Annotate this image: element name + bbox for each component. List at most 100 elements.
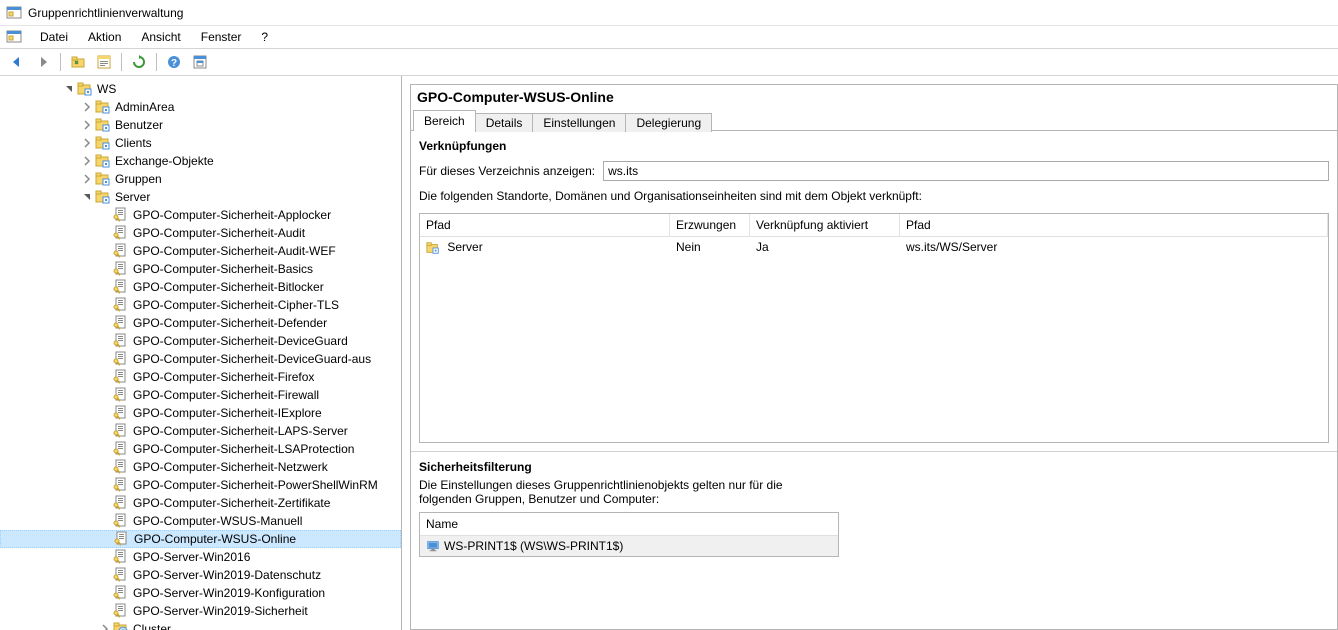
col-erzwungen[interactable]: Erzwungen — [670, 214, 750, 236]
tab-bereich[interactable]: Bereich — [413, 110, 476, 131]
tree-node-gpo[interactable]: GPO-Computer-WSUS-Online — [0, 530, 401, 548]
tree-node-gpo[interactable]: GPO-Computer-Sicherheit-Applocker — [0, 206, 401, 224]
property-button[interactable] — [92, 50, 116, 74]
row-pfad: Server — [447, 240, 482, 254]
tree-node-gpo[interactable]: GPO-Computer-Sicherheit-LSAProtection — [0, 440, 401, 458]
directory-dropdown[interactable]: ws.its — [603, 161, 1329, 181]
secfilter-desc: Die Einstellungen dieses Gruppenrichtlin… — [419, 478, 809, 506]
menu-help[interactable]: ? — [251, 28, 278, 46]
back-button[interactable] — [5, 50, 29, 74]
tree-node-gpo[interactable]: GPO-Computer-Sicherheit-Firewall — [0, 386, 401, 404]
col-pfad2[interactable]: Pfad — [900, 214, 1328, 236]
expander-icon[interactable] — [80, 172, 94, 186]
menu-window[interactable]: Fenster — [191, 28, 252, 46]
tree-node-ou[interactable]: Gruppen — [0, 170, 401, 188]
node-label: Clients — [115, 136, 156, 150]
expander-icon[interactable] — [80, 100, 94, 114]
node-label: GPO-Server-Win2016 — [133, 550, 254, 564]
help-button[interactable]: ? — [162, 50, 186, 74]
node-label: WS — [97, 82, 120, 96]
node-icon — [95, 117, 111, 133]
tree-node-gpo[interactable]: GPO-Computer-Sicherheit-PowerShellWinRM — [0, 476, 401, 494]
tree-node-cluster[interactable]: Cluster — [0, 620, 401, 630]
node-label: GPO-Server-Win2019-Sicherheit — [133, 604, 312, 618]
tree-node-gpo[interactable]: GPO-Computer-Sicherheit-Firefox — [0, 368, 401, 386]
expander-icon[interactable] — [80, 118, 94, 132]
tree-pane[interactable]: WS AdminAreaBenutzer Clients Exchange-Objek… — [0, 76, 402, 630]
tree-node-gpo[interactable]: GPO-Computer-Sicherheit-IExplore — [0, 404, 401, 422]
content-title: GPO-Computer-WSUS-Online — [411, 85, 1337, 109]
node-label: Gruppen — [115, 172, 166, 186]
tree-node-server[interactable]: Server — [0, 188, 401, 206]
ou-icon — [426, 241, 440, 255]
links-table[interactable]: Pfad Erzwungen Verknüpfung aktiviert Pfa… — [419, 213, 1329, 443]
links-row[interactable]: Server Nein Ja ws.its/WS/Server — [420, 237, 1328, 258]
node-label: GPO-Computer-Sicherheit-DeviceGuard — [133, 334, 352, 348]
expander-icon[interactable] — [80, 190, 94, 204]
tree-node-gpo[interactable]: GPO-Computer-Sicherheit-Audit-WEF — [0, 242, 401, 260]
col-aktiviert[interactable]: Verknüpfung aktiviert — [750, 214, 900, 236]
node-icon — [113, 351, 129, 367]
secfilter-col[interactable]: Name — [420, 513, 838, 536]
tree-node-gpo[interactable]: GPO-Computer-Sicherheit-Bitlocker — [0, 278, 401, 296]
folder-button[interactable] — [66, 50, 90, 74]
toolbar: ? — [0, 48, 1338, 76]
tree-node-ou[interactable]: AdminArea — [0, 98, 401, 116]
node-icon — [77, 81, 93, 97]
tree-node-gpo[interactable]: GPO-Server-Win2019-Sicherheit — [0, 602, 401, 620]
node-icon — [113, 477, 129, 493]
expander-icon[interactable] — [80, 154, 94, 168]
menu-file[interactable]: Datei — [30, 28, 78, 46]
menu-view[interactable]: Ansicht — [131, 28, 190, 46]
node-icon — [113, 405, 129, 421]
links-desc: Die folgenden Standorte, Domänen und Org… — [419, 185, 1329, 207]
tree-node-ws[interactable]: WS — [0, 80, 401, 98]
forward-button[interactable] — [31, 50, 55, 74]
node-label: Cluster — [133, 622, 175, 630]
tab-delegierung[interactable]: Delegierung — [625, 113, 712, 132]
node-label: GPO-Computer-Sicherheit-Firefox — [133, 370, 318, 384]
node-label: GPO-Computer-Sicherheit-Audit-WEF — [133, 244, 340, 258]
node-label: GPO-Server-Win2019-Datenschutz — [133, 568, 325, 582]
tree-node-gpo[interactable]: GPO-Computer-Sicherheit-Netzwerk — [0, 458, 401, 476]
tree-node-gpo[interactable]: GPO-Computer-Sicherheit-LAPS-Server — [0, 422, 401, 440]
secfilter-row[interactable]: WS-PRINT1$ (WS\WS-PRINT1$) — [420, 536, 838, 556]
tree-node-gpo[interactable]: GPO-Computer-Sicherheit-Zertifikate — [0, 494, 401, 512]
node-label: GPO-Computer-Sicherheit-DeviceGuard-aus — [133, 352, 375, 366]
tree-node-gpo[interactable]: GPO-Server-Win2019-Datenschutz — [0, 566, 401, 584]
node-label: GPO-Computer-WSUS-Manuell — [133, 514, 306, 528]
tree-node-gpo[interactable]: GPO-Computer-Sicherheit-Cipher-TLS — [0, 296, 401, 314]
menu-action[interactable]: Aktion — [78, 28, 131, 46]
node-icon — [113, 315, 129, 331]
window-button[interactable] — [188, 50, 212, 74]
tree-node-gpo[interactable]: GPO-Computer-Sicherheit-DeviceGuard — [0, 332, 401, 350]
tab-einstellungen[interactable]: Einstellungen — [532, 113, 626, 132]
tab-details[interactable]: Details — [475, 113, 534, 132]
expander-icon[interactable] — [98, 622, 112, 630]
tree-node-gpo[interactable]: GPO-Computer-Sicherheit-Audit — [0, 224, 401, 242]
content-pane: GPO-Computer-WSUS-Online Bereich Details… — [402, 76, 1338, 630]
tree-node-ou[interactable]: Exchange-Objekte — [0, 152, 401, 170]
row-erzw: Nein — [670, 240, 750, 255]
tree-node-gpo[interactable]: GPO-Computer-Sicherheit-Basics — [0, 260, 401, 278]
col-pfad[interactable]: Pfad — [420, 214, 670, 236]
menu-bar: Datei Aktion Ansicht Fenster ? — [0, 26, 1338, 48]
tree-node-gpo[interactable]: GPO-Computer-Sicherheit-DeviceGuard-aus — [0, 350, 401, 368]
tree-node-gpo[interactable]: GPO-Server-Win2016 — [0, 548, 401, 566]
tree-node-ou[interactable]: Benutzer — [0, 116, 401, 134]
tree-node-gpo[interactable]: GPO-Computer-Sicherheit-Defender — [0, 314, 401, 332]
node-icon — [113, 441, 129, 457]
node-icon — [95, 135, 111, 151]
secfilter-table[interactable]: Name WS-PRINT1$ (WS\WS-PRINT1$) — [419, 512, 839, 557]
expander-icon[interactable] — [80, 136, 94, 150]
tree-node-gpo[interactable]: GPO-Server-Win2019-Konfiguration — [0, 584, 401, 602]
expander-icon[interactable] — [62, 82, 76, 96]
node-icon — [113, 243, 129, 259]
refresh-button[interactable] — [127, 50, 151, 74]
node-icon — [113, 621, 129, 630]
node-icon — [113, 261, 129, 277]
node-icon — [113, 549, 129, 565]
tree-node-gpo[interactable]: GPO-Computer-WSUS-Manuell — [0, 512, 401, 530]
app-icon — [6, 5, 22, 21]
tree-node-ou[interactable]: Clients — [0, 134, 401, 152]
